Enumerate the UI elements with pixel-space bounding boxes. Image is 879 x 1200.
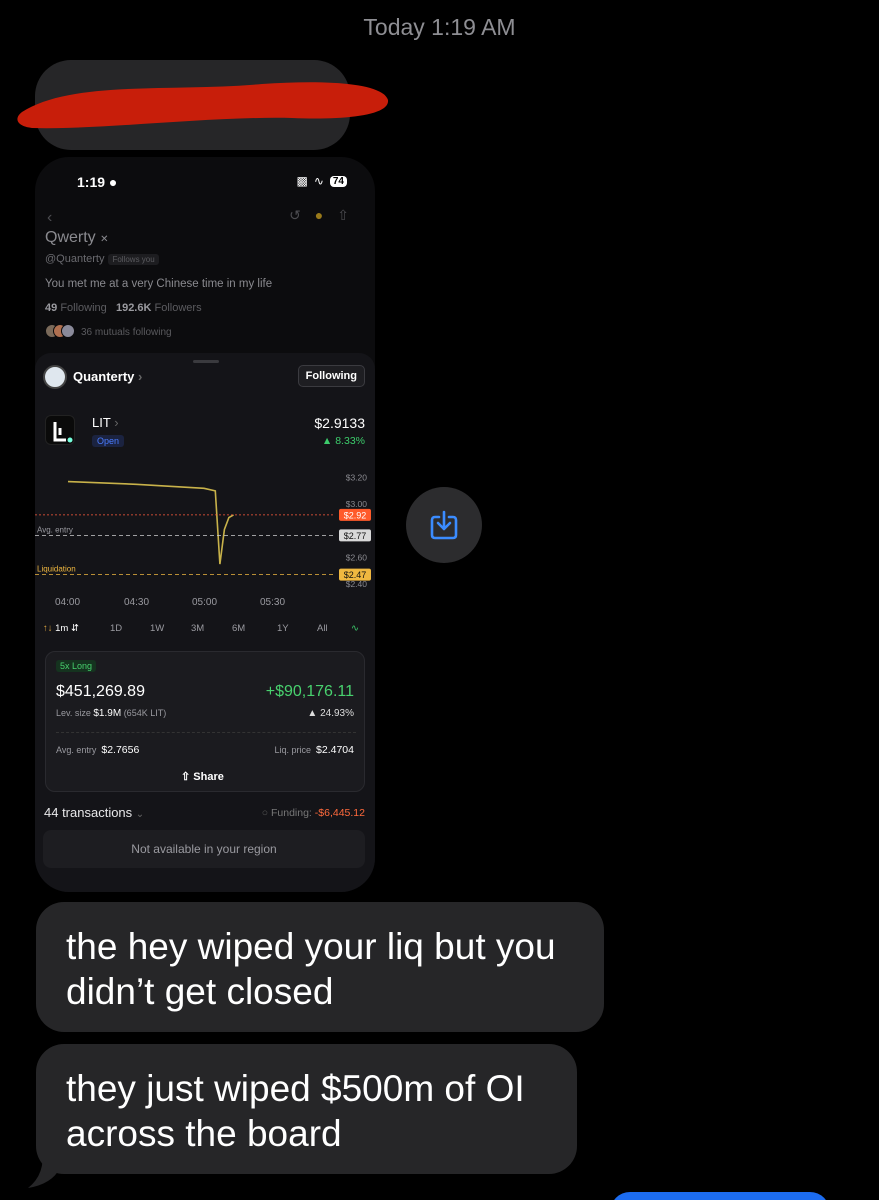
timeframe-selector: ↑↓ 1m ⇵ 1D 1W 3M 6M 1Y All ∿ (35, 623, 375, 639)
signal-icon: ▩ (296, 174, 308, 188)
ticker-change: ▲ 8.33% (321, 435, 365, 447)
tab-all[interactable]: All (317, 623, 328, 634)
message-bubble[interactable]: they just wiped $500m of OI across the b… (36, 1044, 577, 1174)
y-tick-label: $3.00 (346, 499, 368, 509)
share-icon: ⇧ (181, 771, 191, 783)
avg-entry-annotation: Avg. entry (37, 525, 73, 534)
funding-info: ○ Funding: -$6,445.12 (261, 807, 365, 819)
sheet-grabber[interactable] (193, 360, 219, 363)
mutuals-row[interactable]: 36 mutuals following (45, 324, 172, 341)
battery-icon: 74 (329, 175, 347, 187)
download-icon (430, 510, 458, 540)
wifi-icon: ∿ (313, 174, 324, 188)
following-button[interactable]: Following (297, 365, 365, 387)
info-icon: ○ (261, 807, 269, 819)
share-icon: ⇧ (337, 207, 363, 223)
profile-name: Qwerty ✕ (45, 229, 109, 246)
x-tick-label: 05:30 (260, 597, 286, 608)
back-chevron-icon[interactable]: ‹ (47, 209, 52, 227)
conversation-timestamp: Today 1:19 AM (363, 14, 516, 40)
tab-1y[interactable]: 1Y (277, 623, 289, 634)
transactions-toggle[interactable]: 44 transactions ⌄ (44, 805, 144, 820)
open-status-badge: Open (92, 435, 125, 447)
x-icon: ✕ (100, 234, 109, 245)
card-divider (56, 732, 356, 733)
outgoing-bubble-partial[interactable] (610, 1192, 830, 1200)
liq-price: Liq. price $2.4704 (274, 744, 354, 756)
profile-handle: @Quanterty Follows you (45, 253, 159, 265)
follows-you-badge: Follows you (108, 254, 159, 265)
leverage-size: Lev. size $1.9M (654K LIT) (56, 708, 167, 719)
tab-1d[interactable]: 1D (110, 623, 122, 634)
redaction-scribble (17, 82, 389, 129)
position-sheet: Quanterty › Following LIT › Open $2.9133… (35, 353, 375, 892)
profile-action-icons[interactable]: ↺●⇧ (289, 207, 363, 224)
profile-bio: You met me at a very Chinese time in my … (45, 278, 273, 290)
person-icon: ● (108, 174, 118, 190)
x-tick-label: 04:30 (124, 597, 150, 608)
liquidation-annotation: Liquidation (37, 565, 76, 574)
price-line (67, 480, 234, 565)
position-value: $451,269.89 (56, 683, 145, 700)
price-tag-label: $2.77 (344, 531, 367, 541)
ticker-price: $2.9133 (314, 415, 365, 431)
message-bubble[interactable]: the hey wiped your liq but you didn’t ge… (36, 902, 604, 1032)
lit-logo-icon (45, 415, 75, 445)
ticker-symbol[interactable]: LIT › (92, 415, 119, 430)
bell-icon: ● (314, 207, 338, 223)
tab-3m[interactable]: 3M (191, 623, 204, 634)
y-tick-label: $3.20 (346, 473, 368, 483)
position-pnl: +$90,176.11 (265, 683, 354, 700)
status-icons: ▩ ∿ 74 (296, 174, 347, 188)
price-chart[interactable]: Avg. entry Liquidation $3.20 $3.00 $2.60 $2.4… (35, 465, 375, 605)
trader-name[interactable]: Quanterty › (73, 369, 142, 384)
profile-stats[interactable]: 49 Following 192.6K Followers (45, 302, 202, 314)
history-icon: ↺ (289, 207, 315, 223)
status-time: 1:19 ● (77, 174, 118, 190)
avg-entry: Avg. entry $2.7656 (56, 744, 140, 756)
bubble-tail (28, 1148, 60, 1188)
position-card[interactable]: 5x Long $451,269.89 +$90,176.11 Lev. siz… (45, 651, 365, 792)
interval-selector[interactable]: ↑↓ 1m ⇵ (43, 623, 79, 634)
candles-icon: ↑↓ (43, 623, 53, 634)
x-tick-label: 04:00 (55, 597, 81, 608)
trader-avatar[interactable] (43, 365, 67, 389)
chart-type-icon[interactable]: ∿ (351, 623, 359, 634)
leverage-badge: 5x Long (56, 660, 97, 672)
price-tag-label: $2.92 (344, 510, 367, 520)
tab-1w[interactable]: 1W (150, 623, 164, 634)
pnl-percent: ▲ 24.93% (307, 708, 354, 719)
tab-6m[interactable]: 6M (232, 623, 245, 634)
price-tag-label: $2.47 (344, 570, 367, 580)
share-button[interactable]: ⇧ Share (181, 770, 224, 783)
attached-screenshot[interactable]: 1:19 ● ▩ ∿ 74 ‹ ↺●⇧ Qwerty ✕ @Quanterty F… (35, 157, 375, 892)
x-tick-label: 05:00 (192, 597, 218, 608)
save-attachment-button[interactable] (406, 487, 482, 563)
region-notice-button[interactable]: Not available in your region (43, 830, 365, 868)
y-tick-label: $2.60 (346, 552, 368, 562)
